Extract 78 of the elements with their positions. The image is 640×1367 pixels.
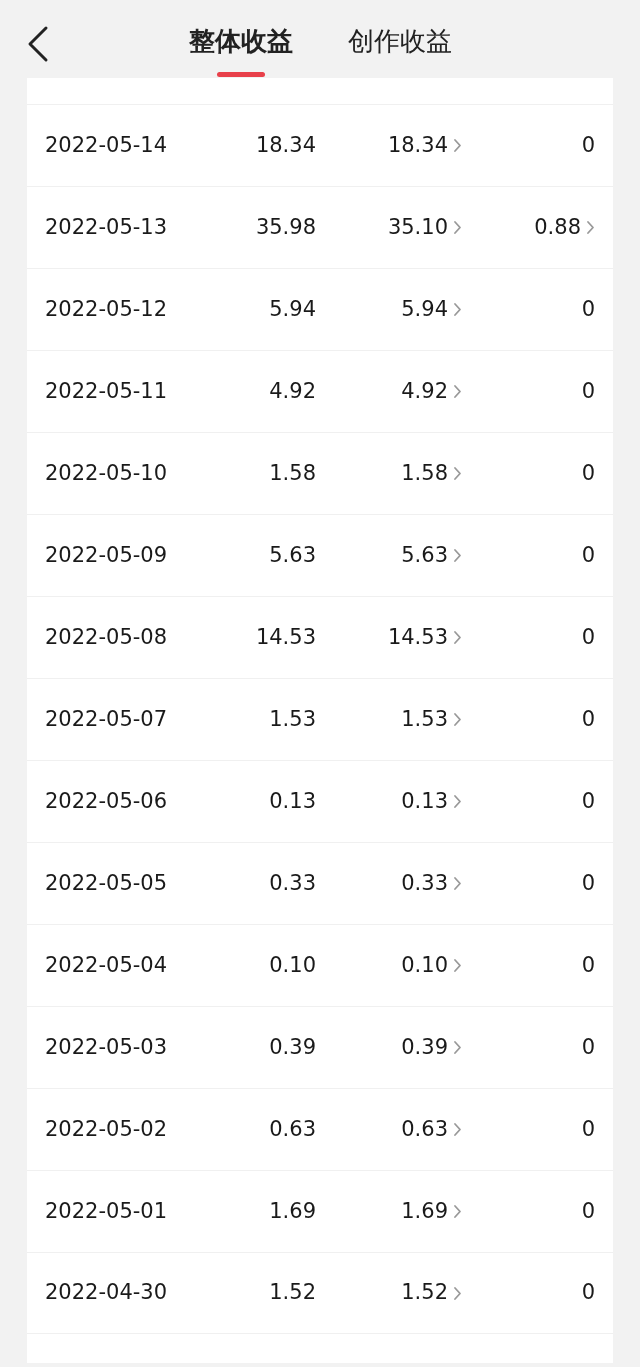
chevron-icon <box>453 958 462 973</box>
amount-text: 0 <box>581 1279 595 1307</box>
date-text: 2022-05-10 <box>45 459 169 487</box>
amount-text: 0.10 <box>268 951 316 979</box>
amount-link[interactable]: 0.13 <box>401 785 462 818</box>
chevron-icon <box>453 548 462 563</box>
amount-link[interactable]: 0.33 <box>401 867 462 900</box>
amount-text: 1.53 <box>268 705 316 733</box>
amount-text: 5.63 <box>268 541 316 569</box>
date-text: 2022-05-13 <box>45 213 169 241</box>
date-text: 2022-04-30 <box>45 1279 169 1307</box>
amount-text: 0.39 <box>268 1033 316 1061</box>
chevron-icon <box>453 794 462 809</box>
amount-link[interactable]: 0.63 <box>401 1113 462 1146</box>
chevron-icon <box>453 220 462 235</box>
amount-text: 35.98 <box>254 213 316 241</box>
amount-text: 0 <box>581 1115 595 1143</box>
amount-link[interactable]: 5.94 <box>401 293 462 326</box>
chevron-icon <box>453 466 462 481</box>
amount-text: 1.69 <box>268 1197 316 1225</box>
date-text: 2022-05-14 <box>45 131 169 159</box>
chevron-icon <box>453 384 462 399</box>
date-text: 2022-05-05 <box>45 869 169 897</box>
amount-text: 0 <box>581 787 595 815</box>
amount-text: 0 <box>581 377 595 405</box>
date-text: 2022-05-07 <box>45 705 169 733</box>
amount-link[interactable]: 18.34 <box>387 129 462 162</box>
chevron-icon <box>586 220 595 235</box>
chevron-icon <box>453 1040 462 1055</box>
amount-link[interactable]: 0.39 <box>401 1031 462 1064</box>
tab[interactable]: 创作收益 <box>347 22 452 77</box>
amount-link[interactable]: 1.69 <box>401 1195 462 1228</box>
amount-link[interactable]: 35.10 <box>387 211 462 244</box>
amount-text: 0.63 <box>268 1115 316 1143</box>
tab[interactable]: 整体收益 <box>188 22 293 77</box>
chevron-icon <box>453 876 462 891</box>
amount-link[interactable]: 0.10 <box>401 949 462 982</box>
chevron-icon <box>453 138 462 153</box>
amount-text: 0 <box>581 1197 595 1225</box>
amount-link[interactable]: 14.53 <box>387 621 462 654</box>
chevron-icon <box>453 1122 462 1137</box>
date-text: 2022-05-12 <box>45 295 169 323</box>
amount-text: 0 <box>581 541 595 569</box>
amount-text: 14.53 <box>254 623 316 651</box>
amount-link[interactable]: 5.63 <box>401 539 462 572</box>
amount-text: 0 <box>581 623 595 651</box>
chevron-icon <box>453 630 462 645</box>
amount-text: 0 <box>581 1033 595 1061</box>
amount-text: 18.34 <box>254 131 316 159</box>
amount-link[interactable]: 1.58 <box>401 457 462 490</box>
amount-text: 0 <box>581 705 595 733</box>
amount-text: 5.94 <box>268 295 316 323</box>
date-text: 2022-05-11 <box>45 377 169 405</box>
amount-link[interactable]: 0.88 <box>534 211 595 244</box>
chevron-icon <box>453 302 462 317</box>
amount-text: 1.52 <box>268 1279 316 1307</box>
amount-text: 0 <box>581 295 595 323</box>
amount-link[interactable]: 4.92 <box>401 375 462 408</box>
date-text: 2022-05-09 <box>45 541 169 569</box>
amount-text: 0 <box>581 951 595 979</box>
date-text: 2022-05-03 <box>45 1033 169 1061</box>
amount-text: 0.13 <box>268 787 316 815</box>
chevron-icon <box>453 1285 462 1301</box>
chevron-icon <box>453 1204 462 1219</box>
amount-link[interactable]: 1.52 <box>401 1277 462 1309</box>
amount-text: 0.33 <box>268 869 316 897</box>
amount-text: 0 <box>581 459 595 487</box>
date-text: 2022-05-04 <box>45 951 169 979</box>
amount-link[interactable]: 1.53 <box>401 703 462 736</box>
amount-text: 0 <box>581 131 595 159</box>
amount-text: 1.58 <box>268 459 316 487</box>
date-text: 2022-05-02 <box>45 1115 169 1143</box>
date-text: 2022-05-01 <box>45 1197 169 1225</box>
amount-text: 4.92 <box>268 377 316 405</box>
date-text: 2022-05-08 <box>45 623 169 651</box>
amount-text: 0 <box>581 869 595 897</box>
chevron-icon <box>453 712 462 727</box>
date-text: 2022-05-06 <box>45 787 169 815</box>
